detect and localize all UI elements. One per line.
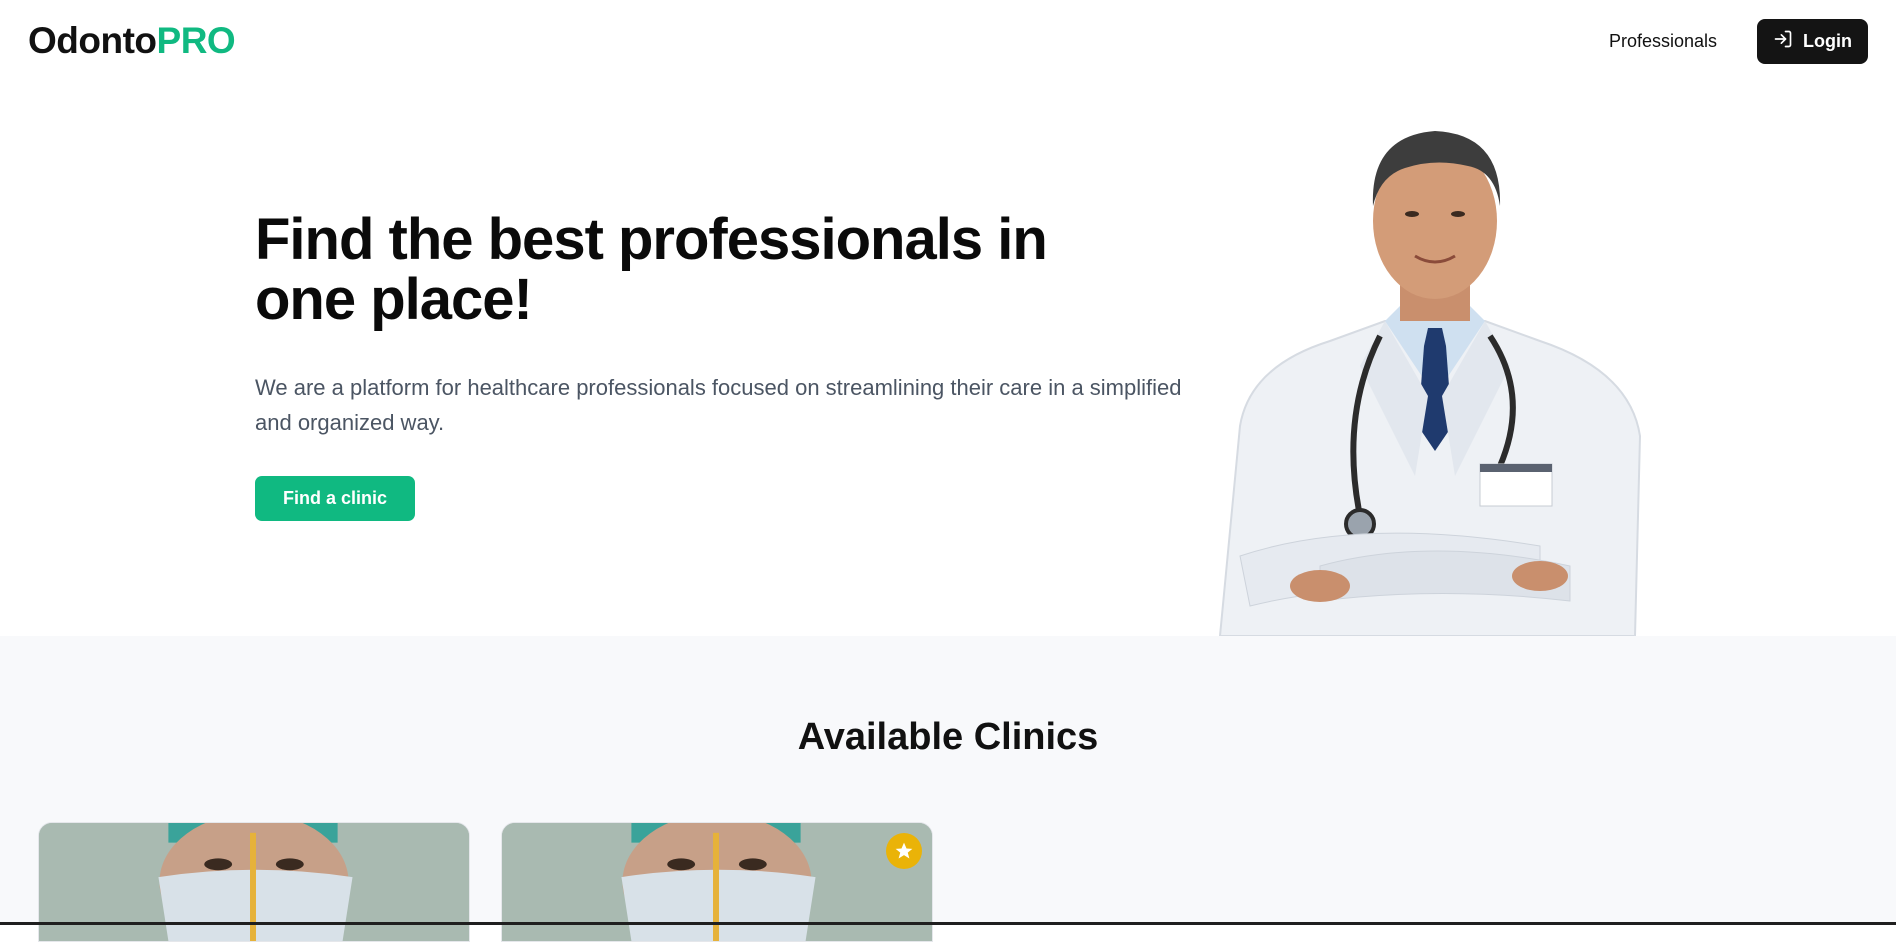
featured-badge — [886, 833, 922, 869]
star-icon — [894, 841, 914, 861]
clinics-section: Available Clinics — [0, 636, 1896, 942]
doctor-image — [1210, 96, 1650, 637]
hero-text: Find the best professionals in one place… — [255, 210, 1215, 521]
login-icon — [1773, 29, 1793, 54]
main-nav: Professionals Login — [1609, 18, 1868, 64]
logo-accent: PRO — [156, 20, 236, 61]
hero-title: Find the best professionals in one place… — [255, 207, 1048, 332]
login-label: Login — [1803, 30, 1852, 51]
section-title: Available Clinics — [797, 716, 1099, 758]
hero-section: Find the best professionals in one place… — [0, 82, 1896, 637]
logo-main: Odonto — [28, 20, 157, 61]
site-header: OdontoPRO Professionals Login — [0, 0, 1896, 82]
hero-subtitle: We are a platform for healthcare profess… — [255, 375, 1182, 435]
login-button[interactable]: Login — [1757, 18, 1868, 64]
find-clinic-button[interactable]: Find a clinic — [255, 476, 416, 521]
nav-professionals-link[interactable]: Professionals — [1609, 31, 1717, 52]
logo[interactable]: OdontoPRO — [28, 20, 236, 62]
